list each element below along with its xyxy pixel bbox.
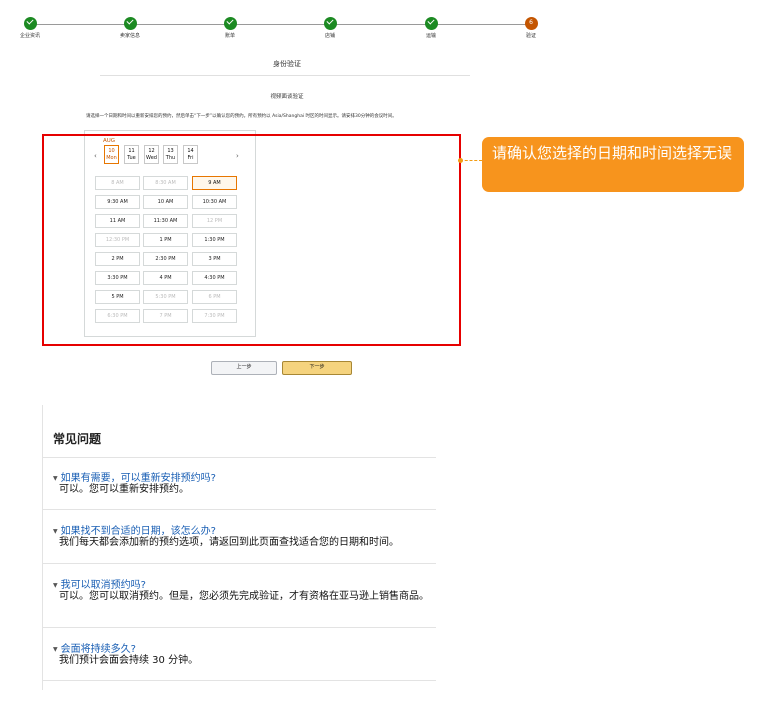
step-1: 企业资讯 [0, 17, 60, 39]
callout-note: 请确认您选择的日期和时间选择无误 [482, 137, 744, 192]
step-5: 运输 [401, 17, 461, 39]
step-2: 卖家信息 [100, 17, 160, 39]
divider [43, 509, 436, 510]
caret-down-icon: ▼ [53, 645, 58, 653]
faq-question-text: 如果有需要，可以重新安排预约吗? [60, 473, 216, 484]
caret-down-icon: ▼ [53, 581, 58, 589]
section-title: 身份验证 [273, 60, 301, 68]
step-4: 店铺 [300, 17, 360, 39]
highlight-box [42, 134, 461, 346]
divider [43, 563, 436, 564]
divider [43, 457, 436, 458]
faq-question-2[interactable]: ▼ 如果找不到合适的日期，该怎么办? [53, 522, 216, 537]
step-label: 卖家信息 [119, 33, 140, 39]
faq-answer-3: 可以。您可以取消预约。但是，您必须先完成验证，才有资格在亚马逊上销售商品。 [59, 591, 429, 602]
caret-down-icon: ▼ [53, 474, 58, 482]
check-icon [323, 17, 337, 30]
faq-question-text: 如果找不到合适的日期，该怎么办? [60, 526, 216, 537]
caret-down-icon: ▼ [53, 527, 58, 535]
check-icon [424, 17, 438, 30]
previous-button[interactable]: 上一步 [211, 361, 277, 375]
faq-answer-2: 我们每天都会添加新的预约选项，请返回到此页面查找适合您的日期和时间。 [59, 537, 399, 548]
section-subtitle: 视频面谈验证 [270, 94, 304, 100]
step-label: 验证 [525, 33, 536, 39]
faq-question-3[interactable]: ▼ 我可以取消预约吗? [53, 576, 146, 591]
faq-border [42, 405, 43, 690]
step-label: 企业资讯 [19, 33, 40, 39]
faq-question-4[interactable]: ▼ 会面将持续多久? [53, 640, 136, 655]
divider [43, 627, 436, 628]
callout-dot [458, 158, 463, 163]
check-icon [223, 17, 237, 30]
divider [100, 75, 470, 76]
step-6: 6 验证 [501, 17, 561, 39]
callout-connector [460, 160, 482, 161]
step-label: 店铺 [324, 33, 335, 39]
step-number-badge: 6 [524, 17, 538, 30]
faq-question-1[interactable]: ▼ 如果有需要，可以重新安排预约吗? [53, 469, 216, 484]
faq-answer-4: 我们预计会面会持续 30 分钟。 [59, 655, 199, 666]
check-icon [123, 17, 137, 30]
divider [43, 680, 436, 681]
check-icon [23, 17, 37, 30]
step-label: 运输 [425, 33, 436, 39]
faq-answer-1: 可以。您可以重新安排预约。 [59, 484, 189, 495]
faq-title: 常见问题 [53, 432, 102, 446]
instruction-text: 请选择一个日期和时间以重新安排您的预约，然后单击“下一步”以确认您的预约。所有预… [86, 114, 397, 119]
faq-question-text: 会面将持续多久? [60, 644, 136, 655]
step-number: 6 [529, 19, 533, 26]
next-button[interactable]: 下一步 [282, 361, 352, 375]
step-3: 账单 [200, 17, 260, 39]
step-label: 账单 [224, 33, 235, 39]
faq-question-text: 我可以取消预约吗? [60, 580, 146, 591]
